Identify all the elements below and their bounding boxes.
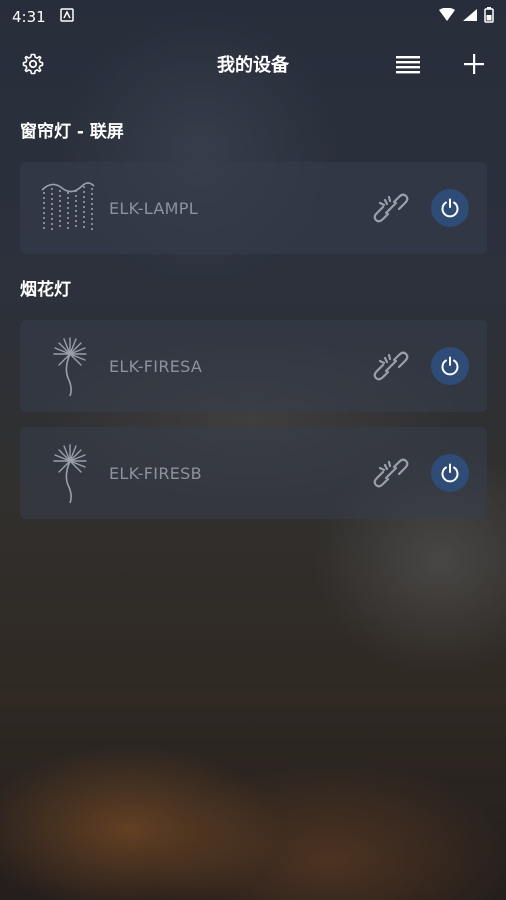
- page-title: 我的设备: [217, 55, 289, 76]
- wifi-icon: [438, 7, 456, 26]
- power-icon: [441, 356, 459, 376]
- battery-icon: [484, 7, 494, 27]
- device-name: ELK-LAMPL: [109, 198, 198, 218]
- link-broken-icon[interactable]: [371, 346, 411, 386]
- power-button[interactable]: [431, 189, 469, 227]
- firework-light-icon: [40, 441, 96, 505]
- curtain-light-icon: [40, 176, 96, 240]
- device-name: ELK-FIRESA: [109, 356, 203, 376]
- device-card-lampl[interactable]: ELK-LAMPL: [20, 162, 487, 254]
- status-time: 4:31: [12, 8, 46, 26]
- power-icon: [441, 198, 459, 218]
- power-button[interactable]: [431, 347, 469, 385]
- group-title-firework-light: 烟花灯: [20, 280, 71, 300]
- settings-gear-icon[interactable]: [15, 46, 51, 82]
- power-button[interactable]: [431, 454, 469, 492]
- status-bar: 4:31: [0, 0, 506, 34]
- firework-light-icon: [40, 334, 96, 398]
- device-card-firesb[interactable]: ELK-FIRESB: [20, 427, 487, 519]
- notification-icon: [59, 8, 74, 26]
- list-menu-icon[interactable]: [390, 46, 426, 82]
- signal-icon: [462, 8, 478, 26]
- link-broken-icon[interactable]: [371, 188, 411, 228]
- power-icon: [441, 463, 459, 483]
- group-title-curtain-light: 窗帘灯 - 联屏: [20, 122, 124, 142]
- device-name: ELK-FIRESB: [109, 463, 202, 483]
- add-device-icon[interactable]: [456, 46, 492, 82]
- app-bar: 我的设备: [0, 40, 506, 88]
- device-card-firesa[interactable]: ELK-FIRESA: [20, 320, 487, 412]
- link-broken-icon[interactable]: [371, 453, 411, 493]
